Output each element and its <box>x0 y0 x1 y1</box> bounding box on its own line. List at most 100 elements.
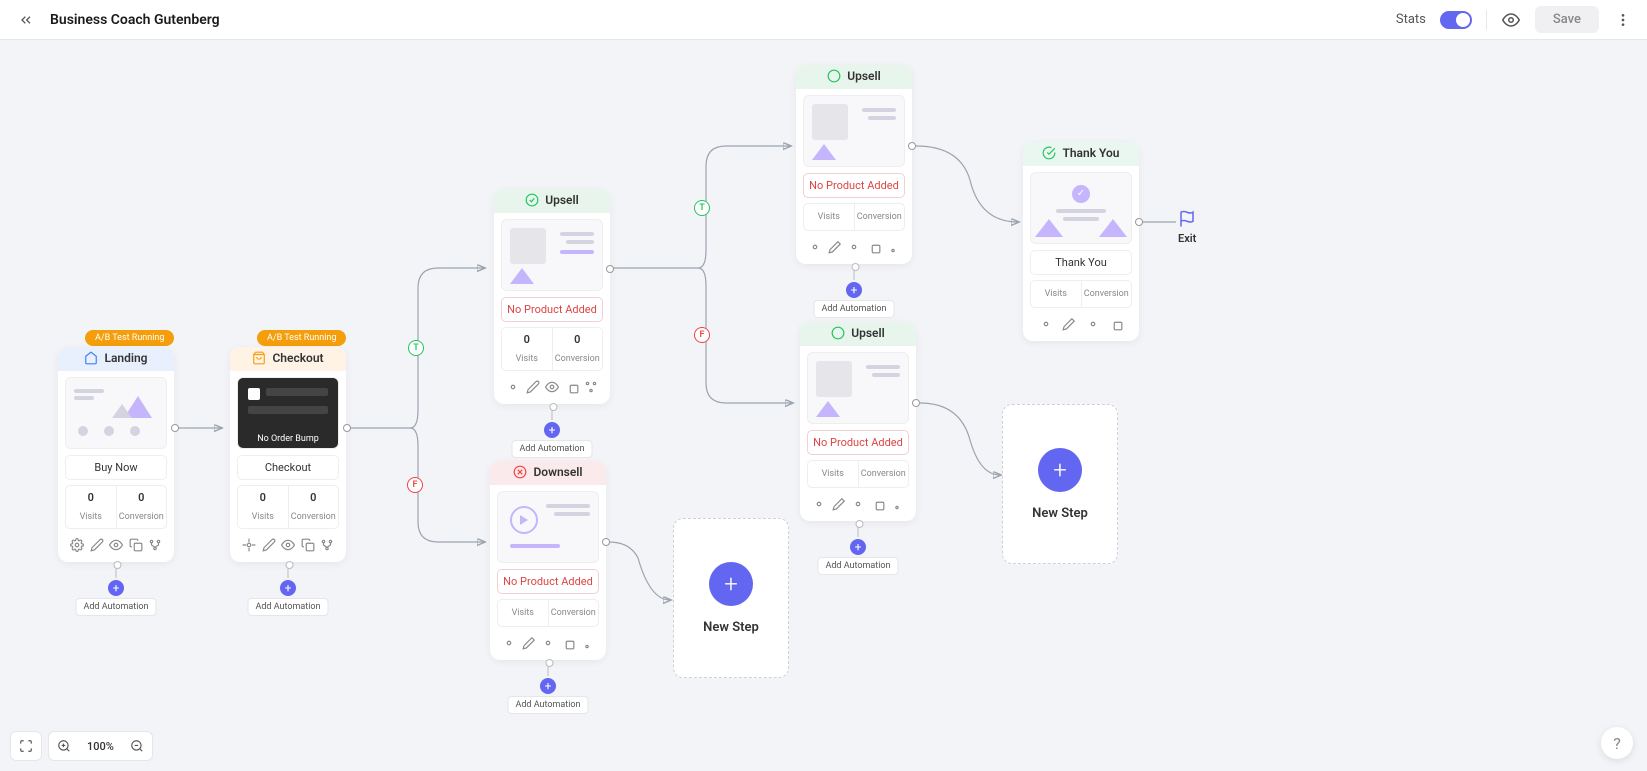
card-actions <box>65 535 167 555</box>
card-downsell[interactable]: Downsell No Product Added Visits Convers… <box>490 461 606 660</box>
more-button[interactable] <box>1613 10 1633 30</box>
eye-icon[interactable] <box>544 379 560 395</box>
stat-conv-lab: Conversion <box>1082 286 1132 302</box>
automation-label[interactable]: Add Automation <box>247 598 328 616</box>
zoom-out-button[interactable] <box>122 732 152 760</box>
card-upsell-3[interactable]: Upsell No Product Added Visits Conversio… <box>800 322 916 521</box>
copy-icon[interactable] <box>1108 316 1124 332</box>
stem <box>288 564 289 578</box>
edit-icon[interactable] <box>831 496 847 512</box>
add-button[interactable]: + <box>544 422 560 438</box>
card-landing[interactable]: Landing Buy Now 0Visits 0Conversion <box>58 347 174 562</box>
add-button[interactable]: + <box>540 678 556 694</box>
stat-visits-num: 0 <box>238 491 288 504</box>
copy-icon[interactable] <box>866 239 882 255</box>
stat-visits-lab: Visits <box>804 209 854 225</box>
add-button[interactable]: + <box>846 282 862 298</box>
eye-icon[interactable] <box>280 537 296 553</box>
edit-icon[interactable] <box>525 379 541 395</box>
copy-icon[interactable] <box>564 379 580 395</box>
card-title: Landing <box>104 351 147 365</box>
new-step-label: New Step <box>703 620 759 635</box>
card-header: Upsell <box>796 65 912 89</box>
card-header: Checkout <box>230 347 346 371</box>
card-label: Thank You <box>1030 250 1132 275</box>
stat-conv-lab: Conversion <box>291 512 336 522</box>
node-dot <box>343 424 351 432</box>
divider <box>1486 10 1487 30</box>
stat-conv-num: 0 <box>553 333 603 346</box>
automation-label[interactable]: Add Automation <box>507 696 588 714</box>
settings-icon[interactable] <box>811 496 827 512</box>
copy-icon[interactable] <box>560 635 576 651</box>
stat-conv-lab: Conversion <box>555 354 600 364</box>
settings-icon[interactable] <box>505 379 521 395</box>
save-button[interactable]: Save <box>1535 6 1599 33</box>
stem <box>854 266 855 280</box>
stats-row: 0Visits 0Conversion <box>237 485 339 529</box>
add-button[interactable]: + <box>280 580 296 596</box>
settings-icon[interactable] <box>807 239 823 255</box>
canvas[interactable]: T F T F A/B Test Running A/B Test Runnin… <box>0 40 1647 771</box>
split-icon[interactable] <box>889 496 905 512</box>
eye-icon[interactable] <box>846 239 862 255</box>
settings-icon[interactable] <box>501 635 517 651</box>
edit-icon[interactable] <box>827 239 843 255</box>
copy-icon[interactable] <box>870 496 886 512</box>
card-title: Upsell <box>851 326 885 340</box>
split-icon[interactable] <box>147 537 163 553</box>
new-step-card[interactable]: + New Step <box>673 518 789 678</box>
overlay-text: No Order Bump <box>238 430 338 448</box>
automation-label[interactable]: Add Automation <box>75 598 156 616</box>
card-thumbnail: ✓ <box>1030 172 1132 244</box>
node-dot <box>1135 218 1143 226</box>
eye-icon[interactable] <box>850 496 866 512</box>
stem <box>548 662 549 676</box>
split-icon[interactable] <box>579 635 595 651</box>
copy-icon[interactable] <box>128 537 144 553</box>
node-dot <box>606 265 614 273</box>
add-button[interactable]: + <box>850 539 866 555</box>
automation-label[interactable]: Add Automation <box>813 300 894 318</box>
eye-icon[interactable] <box>1085 316 1101 332</box>
branch-badge-t: T <box>408 340 424 356</box>
stats-row: 0Visits 0Conversion <box>65 485 167 529</box>
zoom-in-button[interactable] <box>49 732 79 760</box>
zoom-level: 100% <box>79 732 122 760</box>
edit-icon[interactable] <box>1061 316 1077 332</box>
stat-visits-lab: Visits <box>808 466 858 482</box>
settings-icon[interactable] <box>69 537 85 553</box>
stats-toggle[interactable] <box>1440 11 1472 29</box>
exit-node: Exit <box>1178 210 1196 245</box>
eye-icon[interactable] <box>108 537 124 553</box>
back-button[interactable] <box>14 8 38 32</box>
split-icon[interactable] <box>319 537 335 553</box>
card-upsell-2[interactable]: Upsell No Product Added Visits Conversio… <box>796 65 912 264</box>
settings-icon[interactable] <box>1038 316 1054 332</box>
fullscreen-button[interactable] <box>10 731 42 761</box>
stats-row: Visits Conversion <box>497 599 599 627</box>
automation-label[interactable]: Add Automation <box>817 557 898 575</box>
plus-icon: + <box>709 562 753 606</box>
card-thankyou[interactable]: Thank You ✓ Thank You Visits Conversion <box>1023 142 1139 341</box>
edit-icon[interactable] <box>521 635 537 651</box>
ab-badge: A/B Test Running <box>257 330 346 346</box>
card-header: Downsell <box>490 461 606 485</box>
help-button[interactable]: ? <box>1601 727 1633 759</box>
add-button[interactable]: + <box>108 580 124 596</box>
card-thumbnail: No Order Bump <box>237 377 339 449</box>
card-title: Thank You <box>1062 146 1119 160</box>
edit-icon[interactable] <box>261 537 277 553</box>
split-icon[interactable] <box>583 379 599 395</box>
card-upsell-1[interactable]: Upsell No Product Added 0Visits 0Convers… <box>494 189 610 404</box>
new-step-card[interactable]: + New Step <box>1002 404 1118 564</box>
home-icon <box>84 351 98 365</box>
preview-button[interactable] <box>1501 10 1521 30</box>
edit-icon[interactable] <box>89 537 105 553</box>
split-icon[interactable] <box>885 239 901 255</box>
copy-icon[interactable] <box>300 537 316 553</box>
eye-icon[interactable] <box>540 635 556 651</box>
card-checkout[interactable]: Checkout No Order Bump Checkout 0Visits … <box>230 347 346 562</box>
settings-icon[interactable] <box>241 537 257 553</box>
automation-label[interactable]: Add Automation <box>511 440 592 458</box>
